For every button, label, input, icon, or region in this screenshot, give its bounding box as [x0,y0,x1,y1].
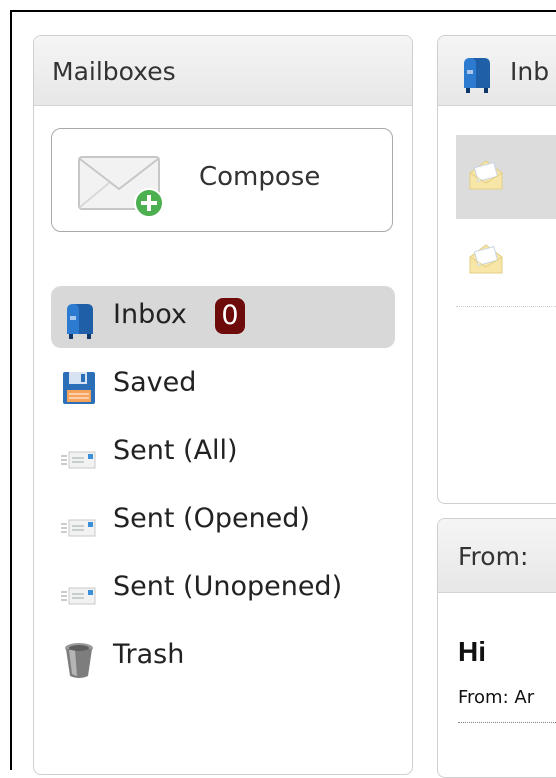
mailbox-item-sent-all[interactable]: Sent (All) [51,422,395,484]
message-preview-panel: From: Hi From: Ar [437,518,556,778]
message-from-line: From: Ar [458,687,535,708]
opened-envelope-icon [469,160,503,190]
inbox-panel-title: Inb [510,57,550,86]
compose-envelope-icon [78,156,164,218]
message-subject: Hi [458,636,486,667]
sent-letter-icon [61,519,96,537]
message-row[interactable] [456,135,556,219]
inbox-panel: Inb [437,35,556,504]
mailboxes-panel-header: Mailboxes [34,36,412,106]
message-preview-header: From: [438,519,556,593]
inbox-panel-header: Inb [438,36,556,106]
message-divider [458,722,556,723]
mailbox-item-label: Sent (Unopened) [113,571,343,602]
mailbox-item-sent-opened[interactable]: Sent (Opened) [51,490,395,552]
mailbox-item-label: Sent (All) [113,435,238,466]
message-row[interactable] [456,219,556,303]
compose-button[interactable]: Compose [51,128,393,232]
mailbox-icon [464,58,490,93]
mailboxes-title: Mailboxes [52,57,176,86]
mailboxes-panel: Mailboxes Compose Inbox 0 Saved Sent (Al… [33,35,413,775]
mailbox-item-label: Inbox [113,299,187,330]
list-separator [456,306,556,307]
mailbox-item-sent-unopened[interactable]: Sent (Unopened) [51,558,395,620]
mailbox-icon [67,304,93,339]
trash-can-icon [65,643,93,678]
mailbox-item-label: Sent (Opened) [113,503,310,534]
message-header-from: From: [458,542,529,571]
opened-envelope-icon [469,244,503,274]
mailbox-item-trash[interactable]: Trash [51,626,395,688]
unread-count-badge: 0 [215,298,245,334]
sent-letter-icon [61,451,96,469]
sent-letter-icon [61,587,96,605]
compose-label: Compose [199,162,321,192]
floppy-disk-icon [63,372,95,404]
mailbox-item-label: Saved [113,367,197,398]
mailbox-item-saved[interactable]: Saved [51,354,395,416]
mailbox-item-label: Trash [113,639,185,670]
mailbox-item-inbox[interactable]: Inbox 0 [51,286,395,348]
